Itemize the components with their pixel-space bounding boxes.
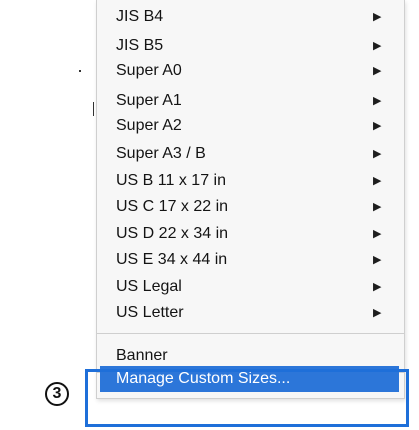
submenu-arrow-icon: ▶ <box>373 201 382 213</box>
menu-item-label: US Legal <box>116 278 182 295</box>
menu-item-label: Super A1 <box>116 92 182 109</box>
callout-highlight-box <box>85 369 409 427</box>
menu-item-us-letter[interactable]: US Letter ▶ <box>97 301 404 325</box>
menu-item-super-a1[interactable]: Super A1 ▶ <box>97 89 404 113</box>
stray-mark <box>79 70 81 72</box>
menu-item-label: Super A3 / B <box>116 145 206 162</box>
menu-item-label: Super A2 <box>116 117 182 134</box>
submenu-arrow-icon: ▶ <box>373 95 382 107</box>
menu-item-label: US D 22 x 34 in <box>116 225 229 242</box>
menu-item-label: Banner <box>116 347 168 364</box>
submenu-arrow-icon: ▶ <box>373 120 382 132</box>
menu-separator <box>97 333 404 334</box>
submenu-arrow-icon: ▶ <box>373 254 382 266</box>
menu-item-label: US E 34 x 44 in <box>116 251 228 268</box>
menu-item-label: US C 17 x 22 in <box>116 198 229 215</box>
menu-item-label: US B 11 x 17 in <box>116 172 226 189</box>
menu-item-label: Super A0 <box>116 62 182 79</box>
submenu-arrow-icon: ▶ <box>373 40 382 52</box>
menu-item-super-a0[interactable]: Super A0 ▶ <box>97 59 404 83</box>
menu-item-us-e[interactable]: US E 34 x 44 in ▶ <box>97 248 404 272</box>
menu-item-super-a2[interactable]: Super A2 ▶ <box>97 114 404 138</box>
submenu-arrow-icon: ▶ <box>373 148 382 160</box>
menu-item-banner[interactable]: Banner <box>97 344 404 368</box>
menu-item-us-c[interactable]: US C 17 x 22 in ▶ <box>97 195 404 219</box>
submenu-arrow-icon: ▶ <box>373 175 382 187</box>
submenu-arrow-icon: ▶ <box>373 228 382 240</box>
menu-item-label: JIS B5 <box>116 37 164 54</box>
menu-item-jis-b4[interactable]: JIS B4 ▶ <box>97 5 404 29</box>
stray-mark <box>93 102 94 116</box>
menu-item-us-b[interactable]: US B 11 x 17 in ▶ <box>97 169 404 193</box>
menu-item-label: US Letter <box>116 304 184 321</box>
menu-item-us-d[interactable]: US D 22 x 34 in ▶ <box>97 222 404 246</box>
step-number-badge: 3 <box>45 382 69 406</box>
submenu-arrow-icon: ▶ <box>373 281 382 293</box>
menu-item-super-a3-b[interactable]: Super A3 / B ▶ <box>97 142 404 166</box>
menu-item-label: JIS B4 <box>116 8 164 25</box>
submenu-arrow-icon: ▶ <box>373 65 382 77</box>
menu-item-jis-b5[interactable]: JIS B5 ▶ <box>97 34 404 58</box>
submenu-arrow-icon: ▶ <box>373 307 382 319</box>
menu-item-us-legal[interactable]: US Legal ▶ <box>97 275 404 299</box>
paper-size-menu: JIS B4 ▶ JIS B5 ▶ Super A0 ▶ Super A1 ▶ … <box>96 0 405 399</box>
submenu-arrow-icon: ▶ <box>373 11 382 23</box>
